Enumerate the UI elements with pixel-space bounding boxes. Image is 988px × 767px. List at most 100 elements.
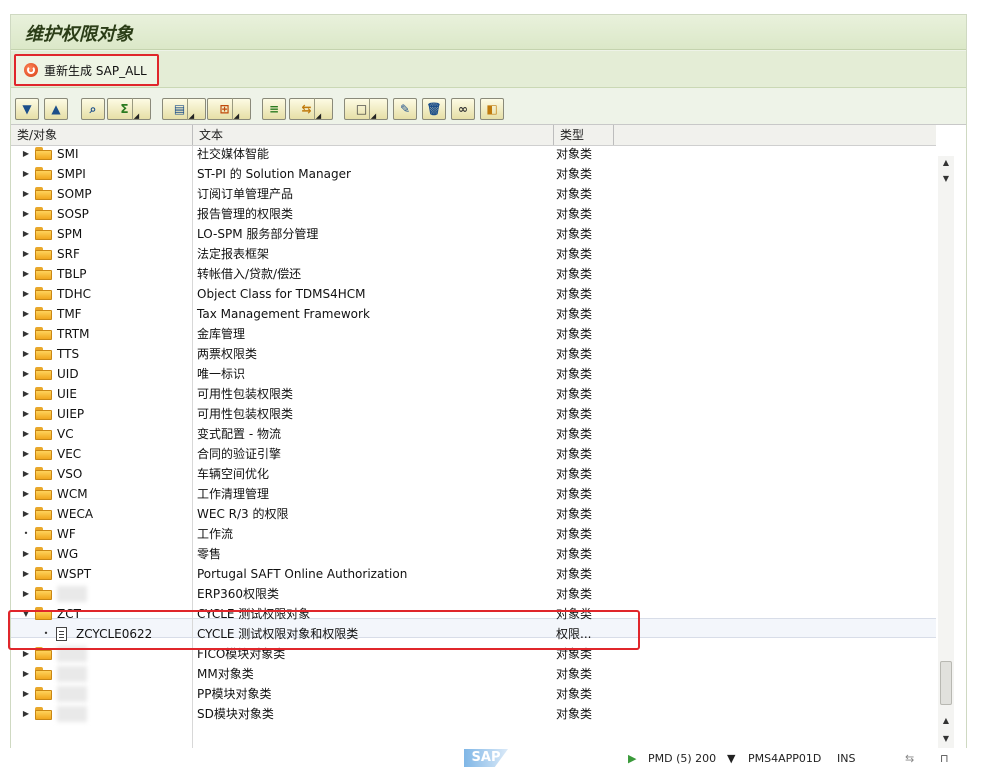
tree-row[interactable]: ▶ WECA WEC R/3 的权限 对象类 [11, 504, 936, 524]
scroll-up-bottom-icon[interactable]: ▲ [938, 714, 954, 728]
class-type: 对象类 [556, 587, 593, 601]
class-description: 社交媒体智能 [197, 147, 270, 161]
tree-row[interactable]: ▶ SMI 社交媒体智能 对象类 [11, 146, 936, 164]
expand-node-icon[interactable]: ▶ [21, 168, 31, 180]
collapse-node-icon[interactable]: ▼ [21, 608, 31, 620]
expand-node-icon[interactable]: ▶ [21, 688, 31, 700]
layout-button[interactable]: ⊞ ◢ [207, 98, 251, 120]
scroll-down-icon[interactable]: ▼ [938, 172, 954, 186]
tree-row[interactable]: ▶ MM对象类 对象类 [11, 664, 936, 684]
tree-row[interactable]: ▶ TRTM 金库管理 对象类 [11, 324, 936, 344]
tree-row[interactable]: ▶ VSO 车辆空间优化 对象类 [11, 464, 936, 484]
tree-row[interactable]: ▶ TMF Tax Management Framework 对象类 [11, 304, 936, 324]
leaf-bullet-icon[interactable]: • [21, 528, 31, 540]
tree-row[interactable]: • WF 工作流 对象类 [11, 524, 936, 544]
class-type: 对象类 [556, 147, 593, 161]
title-bar: 维护权限对象 [11, 15, 966, 50]
expand-node-icon[interactable]: ▶ [21, 508, 31, 520]
class-name: TDHC [57, 287, 91, 301]
expand-node-icon[interactable]: ▶ [21, 488, 31, 500]
column-type[interactable]: 类型 [554, 125, 614, 145]
delete-button[interactable]: 🗑 [422, 98, 446, 120]
expand-node-icon[interactable]: ▶ [21, 668, 31, 680]
sum-button[interactable]: Σ ◢ [107, 98, 151, 120]
tree-row[interactable]: ▶ ERP360权限类 对象类 [11, 584, 936, 604]
expand-node-icon[interactable]: ▶ [21, 548, 31, 560]
vertical-scrollbar[interactable]: ▲ ▼ ▲ ▼ [938, 156, 954, 748]
tree-row[interactable]: ▶ PP模块对象类 对象类 [11, 684, 936, 704]
export-button[interactable]: ⇆ ◢ [289, 98, 333, 120]
tree-toolbar: ▼ ▲ ⌕ Σ ◢ ▤ ◢ ⊞ ◢ ≡ ⇆ ◢ □ ◢ ✎ 🗑 ∞ ◧ [11, 98, 966, 124]
details-button[interactable]: ◧ [480, 98, 504, 120]
expand-node-icon[interactable]: ▶ [21, 248, 31, 260]
expand-node-icon[interactable]: ▶ [21, 148, 31, 160]
expand-node-icon[interactable]: ▶ [21, 368, 31, 380]
expand-node-icon[interactable]: ▶ [21, 308, 31, 320]
tree-row[interactable]: ▶ TDHC Object Class for TDMS4HCM 对象类 [11, 284, 936, 304]
collapse-all-button[interactable]: ▲ [44, 98, 68, 120]
tree-row[interactable]: ▶ VEC 合同的验证引擎 对象类 [11, 444, 936, 464]
tree-row[interactable]: ▶ SOSP 报告管理的权限类 对象类 [11, 204, 936, 224]
tree-row[interactable]: ▶ SPM LO-SPM 服务部分管理 对象类 [11, 224, 936, 244]
expand-node-icon[interactable]: ▶ [21, 468, 31, 480]
expand-node-icon[interactable]: ▶ [21, 448, 31, 460]
folder-icon [35, 147, 52, 160]
tree-row[interactable]: ▶ WSPT Portugal SAFT Online Authorization 对… [11, 564, 936, 584]
expand-node-icon[interactable]: ▶ [21, 208, 31, 220]
scroll-up-icon[interactable]: ▲ [938, 156, 954, 170]
tree-row[interactable]: ▶ SRF 法定报表框架 对象类 [11, 244, 936, 264]
tree-row[interactable]: ▶ UIEP 可用性包装权限类 对象类 [11, 404, 936, 424]
tree-child-row[interactable]: • ZCYCLE0622 CYCLE 测试权限对象和权限类 权限... [11, 624, 936, 644]
binoculars-button[interactable]: ∞ [451, 98, 475, 120]
folder-icon [35, 187, 52, 200]
tree-row[interactable]: ▶ UIE 可用性包装权限类 对象类 [11, 384, 936, 404]
find-button[interactable]: ⌕ [81, 98, 105, 120]
tree-row[interactable]: ▶ TBLP 转帐借入/贷款/偿还 对象类 [11, 264, 936, 284]
expand-node-icon[interactable]: ▶ [21, 188, 31, 200]
expand-node-icon[interactable]: ▶ [21, 708, 31, 720]
expand-node-icon[interactable]: ▶ [21, 268, 31, 280]
expand-node-icon[interactable]: ▶ [21, 588, 31, 600]
class-name: SOMP [57, 187, 92, 201]
folder-icon [35, 227, 52, 240]
expand-node-icon[interactable]: ▶ [21, 428, 31, 440]
class-type: 对象类 [556, 247, 593, 261]
leaf-bullet-icon[interactable]: • [41, 628, 51, 640]
subtotal-button[interactable]: ≡ [262, 98, 286, 120]
column-class[interactable]: 类/对象 [11, 125, 193, 145]
expand-node-icon[interactable]: ▶ [21, 288, 31, 300]
tree-row[interactable]: ▶ UID 唯一标识 对象类 [11, 364, 936, 384]
expand-node-icon[interactable]: ▶ [21, 408, 31, 420]
class-type: 对象类 [556, 707, 593, 721]
system-dropdown-icon[interactable]: ▼ [727, 752, 735, 765]
class-name: WSPT [57, 567, 92, 581]
tree-row[interactable]: ▶ SMPI ST-PI 的 Solution Manager 对象类 [11, 164, 936, 184]
expand-all-button[interactable]: ▼ [15, 98, 39, 120]
tree-row[interactable]: ▶ WCM 工作清理管理 对象类 [11, 484, 936, 504]
expand-node-icon[interactable]: ▶ [21, 648, 31, 660]
scroll-down-bottom-icon[interactable]: ▼ [938, 732, 954, 746]
redacted-class-name [57, 706, 87, 722]
regenerate-sap-all-button[interactable]: 重新生成 SAP_ALL [14, 54, 159, 86]
tree-row[interactable]: ▼ ZCT CYCLE 测试权限对象 对象类 [11, 604, 936, 624]
tree-row[interactable]: ▶ TTS 两票权限类 对象类 [11, 344, 936, 364]
print-button[interactable]: ▤ ◢ [162, 98, 206, 120]
class-description: 变式配置 - 物流 [197, 427, 281, 441]
scroll-thumb[interactable] [940, 661, 952, 705]
new-button[interactable]: □ ◢ [344, 98, 388, 120]
class-name: SOSP [57, 207, 89, 221]
expand-node-icon[interactable]: ▶ [21, 328, 31, 340]
edit-button[interactable]: ✎ [393, 98, 417, 120]
expand-node-icon[interactable]: ▶ [21, 388, 31, 400]
expand-node-icon[interactable]: ▶ [21, 228, 31, 240]
class-description: Tax Management Framework [197, 307, 370, 321]
tree-row[interactable]: ▶ SOMP 订阅订单管理产品 对象类 [11, 184, 936, 204]
tree-row[interactable]: ▶ FICO模块对象类 对象类 [11, 644, 936, 664]
details-icon: ◧ [486, 102, 498, 116]
tree-row[interactable]: ▶ WG 零售 对象类 [11, 544, 936, 564]
expand-node-icon[interactable]: ▶ [21, 568, 31, 580]
expand-node-icon[interactable]: ▶ [21, 348, 31, 360]
tree-row[interactable]: ▶ VC 变式配置 - 物流 对象类 [11, 424, 936, 444]
column-text[interactable]: 文本 [193, 125, 554, 145]
tree-row[interactable]: ▶ SD模块对象类 对象类 [11, 704, 936, 724]
